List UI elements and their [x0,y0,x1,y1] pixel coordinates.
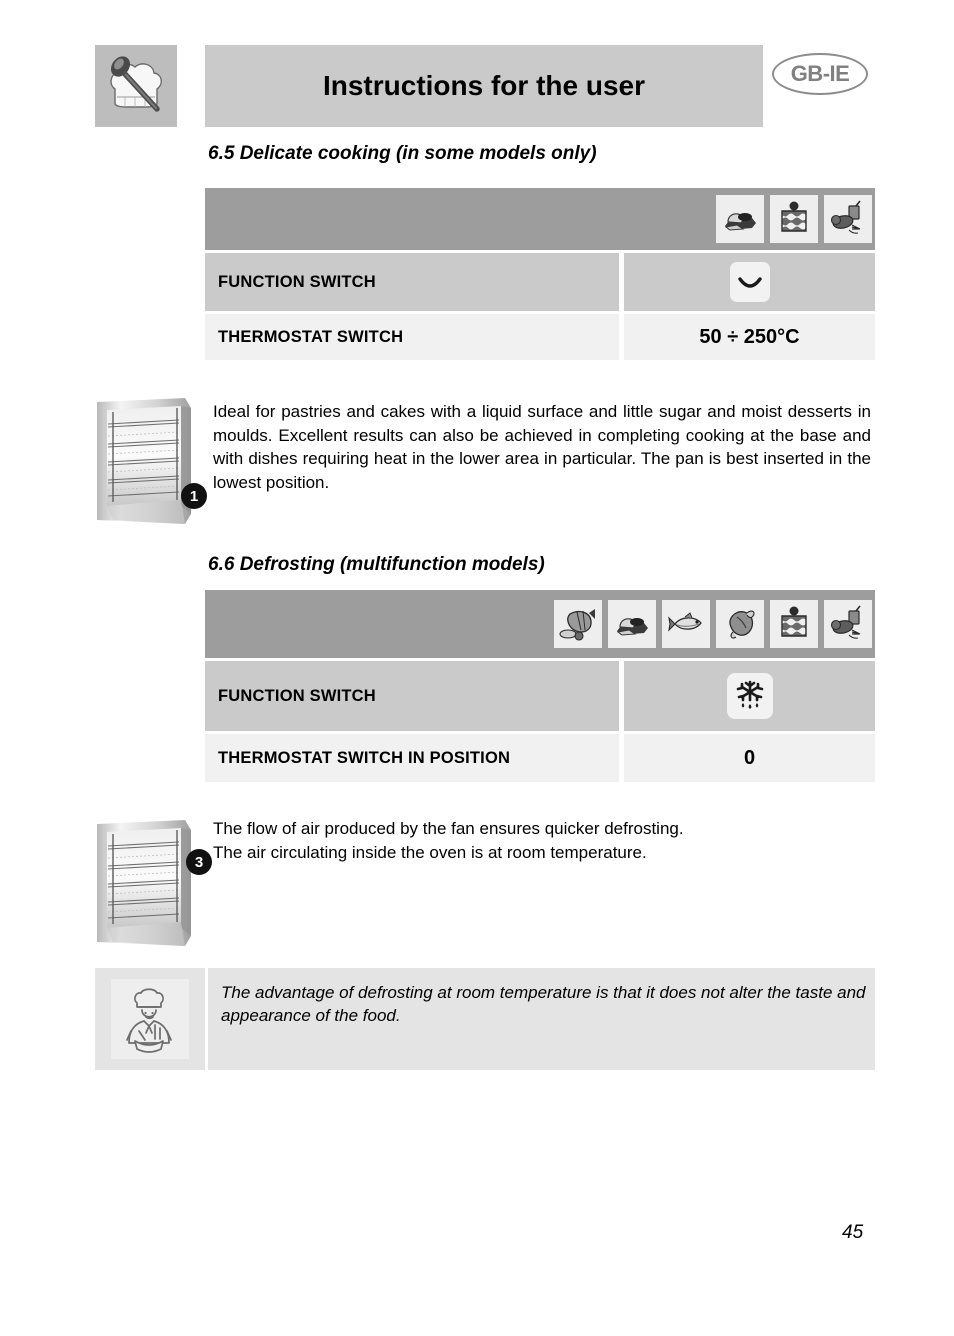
bread-icon [716,195,764,243]
food-icon-bar-6-5 [205,188,875,250]
cake-slice-icon [770,600,818,648]
oven-shelf-diagram-6-6 [93,818,205,948]
bottom-heating-arc-icon [729,262,770,302]
tip-box: The advantage of defrosting at room temp… [208,968,875,1070]
delicate-cooking-table: FUNCTION SWITCH THERMOSTAT SWITCH 50 ÷ 2… [205,188,875,360]
page-title: Instructions for the user [322,70,646,101]
table-row: FUNCTION SWITCH [205,661,875,731]
chef-hat-spoon-icon [95,45,177,127]
function-switch-value [624,661,875,731]
defrosting-table: FUNCTION SWITCH THERMOSTAT SWITCH IN POS… [205,590,875,782]
page-number: 45 [842,1222,864,1243]
bread-icon [608,600,656,648]
food-icon-bar-6-6 [205,590,875,658]
thermostat-position-value: 0 [624,734,875,782]
thermostat-position-label: THERMOSTAT SWITCH IN POSITION [205,734,619,782]
section-6-6-body-line-2: The air circulating inside the oven is a… [213,842,647,862]
tip-text: The advantage of defrosting at room temp… [221,983,866,1025]
function-switch-label: FUNCTION SWITCH [205,661,619,731]
section-heading-6-6: 6.6 Defrosting (multifunction models) [208,554,545,575]
function-switch-value [624,253,875,311]
section-6-5-body: Ideal for pastries and cakes with a liqu… [213,402,871,492]
roast-vegetables-icon [824,195,872,243]
section-6-6-body: The flow of air produced by the fan ensu… [213,817,871,864]
ham-icon [554,600,602,648]
thermostat-switch-value: 50 ÷ 250°C [624,314,875,360]
snowflake-defrost-icon [726,673,773,719]
page-header: Instructions for the user GB-IE [0,0,954,135]
roast-vegetables-icon [824,600,872,648]
table-row: FUNCTION SWITCH [205,253,875,311]
fish-icon [662,600,710,648]
cake-slice-icon [770,195,818,243]
function-switch-label: FUNCTION SWITCH [205,253,619,311]
shelf-position-badge: 3 [186,849,212,875]
section-heading-6-5: 6.5 Delicate cooking (in some models onl… [208,143,597,164]
shelf-position-badge: 1 [181,483,207,509]
table-row: THERMOSTAT SWITCH 50 ÷ 250°C [205,314,875,360]
table-row: THERMOSTAT SWITCH IN POSITION 0 [205,734,875,782]
language-badge: GB-IE [772,53,868,95]
chef-cooking-icon [111,979,189,1059]
tip-icon-container [95,968,205,1070]
section-6-6-body-line-1: The flow of air produced by the fan ensu… [213,819,684,838]
chicken-icon [716,600,764,648]
header-title-bar: Instructions for the user [205,45,763,127]
thermostat-switch-label: THERMOSTAT SWITCH [205,314,619,360]
